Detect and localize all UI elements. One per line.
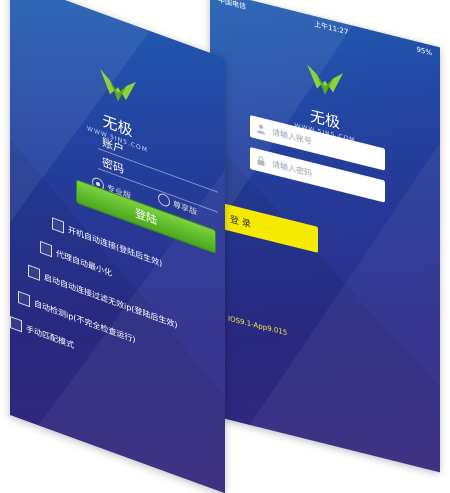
account-placeholder: 请输入账号 [272, 126, 312, 146]
clock-label: 上午11:27 [314, 19, 349, 37]
battery-label: 95% [416, 45, 432, 58]
login-button[interactable]: 登 录 [218, 201, 318, 253]
login-button-label: 登 录 [230, 214, 251, 230]
login-button-label: 登陆 [135, 206, 157, 228]
checkbox[interactable] [28, 264, 40, 281]
user-icon [257, 124, 265, 135]
version-label: IOS9.1-App9.015 [228, 314, 288, 338]
wuji-logo-icon [307, 64, 343, 95]
checkbox-label: 代理自动最小化 [56, 248, 112, 278]
password-placeholder: 请输入密码 [272, 158, 312, 178]
checkbox-label: 手动匹配模式 [26, 323, 74, 350]
checkbox-row[interactable]: 手动匹配模式 [10, 316, 74, 351]
front-phone-screen: 无极 WWW.5IN5.COM 账户 密码 专业版 尊享版 登陆 开机自动连接(… [10, 0, 225, 493]
checkbox[interactable] [10, 316, 22, 333]
checkbox[interactable] [18, 290, 30, 308]
carrier-label: 中国电信 [218, 0, 246, 11]
back-phone-screen: 中国电信 上午11:27 95% 无极 WWW.5IN5.COM 请输入账号 请… [210, 0, 440, 473]
lock-icon [257, 156, 265, 167]
checkbox-label: 启动自动连接过滤无效ip(登陆后生效) [44, 271, 178, 330]
checkbox[interactable] [52, 217, 64, 234]
checkbox[interactable] [40, 240, 52, 258]
